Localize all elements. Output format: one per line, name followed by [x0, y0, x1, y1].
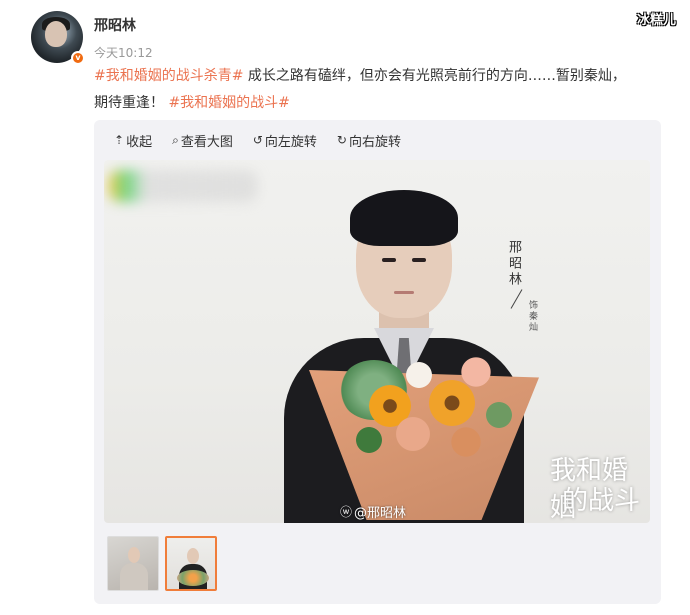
media-toolbar: ⇡ 收起 ⌕ 查看大图 ↺ 向左旋转 ↻ 向右旋转 [114, 130, 421, 150]
corner-watermark: 冰糕儿 [636, 13, 676, 28]
bouquet [299, 330, 549, 520]
username[interactable]: 邢昭林 [94, 15, 136, 35]
rotate-right-button[interactable]: ↻ 向右旋转 [337, 131, 401, 150]
post-content: #我和婚姻的战斗杀青# 成长之路有磕绊，但亦会有光照亮前行的方向……暂别秦灿， 期… [94, 63, 674, 117]
weibo-post: v 邢昭林 今天10:12 冰糕儿 #我和婚姻的战斗杀青# 成长之路有磕绊，但亦… [0, 0, 690, 615]
hashtag-link[interactable]: #我和婚姻的战斗# [168, 95, 289, 111]
drama-title-line2: 的战斗 [562, 486, 641, 516]
rotate-left-icon: ↺ [252, 133, 263, 147]
collapse-button[interactable]: ⇡ 收起 [114, 131, 152, 150]
collapse-label: 收起 [126, 134, 153, 150]
rotate-left-label: 向左旋转 [264, 134, 317, 150]
collapse-icon: ⇡ [114, 133, 125, 147]
weibo-logo-icon: ⓦ [340, 505, 353, 519]
avatar-face [45, 21, 67, 47]
hashtag-link[interactable]: #我和婚姻的战斗杀青# [94, 68, 243, 84]
thumbnail-selected[interactable] [165, 536, 217, 591]
eye [412, 258, 426, 262]
eye [382, 258, 396, 262]
view-large-button[interactable]: ⌕ 查看大图 [172, 131, 233, 150]
photo-credit: ⓦ @邢昭林 [340, 502, 406, 521]
flower [459, 355, 493, 389]
rotate-left-button[interactable]: ↺ 向左旋转 [253, 131, 317, 150]
blurred-watermark [108, 170, 258, 202]
thumbnail-flowers [177, 570, 209, 586]
flower [394, 415, 432, 453]
thumbnail-figure [187, 548, 199, 564]
rotate-right-label: 向右旋转 [348, 134, 401, 150]
thumbnail[interactable] [107, 536, 159, 591]
flower [484, 400, 514, 430]
post-text: 成长之路有磕绊，但亦会有光照亮前行的方向……暂别秦灿， [243, 68, 626, 84]
vertical-actor-name: 邢昭林 [506, 240, 521, 288]
flower [449, 425, 483, 459]
flower [404, 360, 434, 390]
main-photo[interactable]: 邢昭林 饰秦灿 我和婚姻 的战斗 ⓦ @邢昭林 [104, 160, 650, 523]
rotate-right-icon: ↻ [336, 133, 347, 147]
flower [354, 425, 384, 455]
thumbnail-figure [128, 547, 140, 563]
mouth [394, 291, 414, 294]
thumbnail-strip [107, 536, 223, 591]
hair [350, 190, 458, 246]
view-large-label: 查看大图 [180, 134, 233, 150]
zoom-icon: ⌕ [172, 132, 179, 147]
media-panel: ⇡ 收起 ⌕ 查看大图 ↺ 向左旋转 ↻ 向右旋转 邢昭林 饰秦灿 我和婚姻 的… [94, 120, 661, 604]
vertical-role-name: 饰秦灿 [527, 300, 537, 333]
post-text: 期待重逢！ [94, 95, 169, 111]
timestamp[interactable]: 今天10:12 [94, 44, 153, 61]
photo-credit-text: @邢昭林 [354, 506, 407, 521]
verified-badge-icon: v [71, 51, 85, 65]
thumbnail-figure [120, 563, 148, 590]
